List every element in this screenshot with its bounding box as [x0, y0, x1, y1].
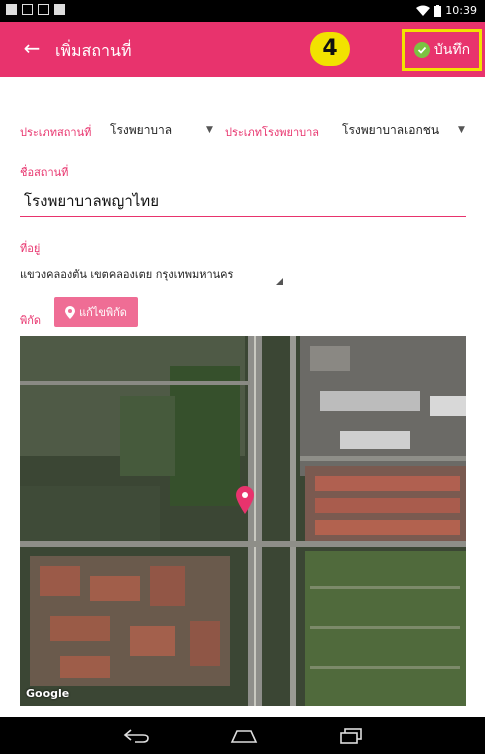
back-icon[interactable] — [123, 728, 149, 743]
place-type-label: ประเภทสถานที่ — [20, 126, 92, 139]
notification-icon — [38, 4, 49, 15]
hospital-type-dropdown-icon[interactable]: ▼ — [458, 125, 465, 135]
home-icon[interactable] — [229, 729, 259, 743]
notification-icon — [54, 4, 65, 15]
save-label: บันทึก — [433, 42, 471, 58]
location-pin-icon — [236, 486, 254, 514]
check-circle-icon — [413, 42, 430, 58]
save-button[interactable]: บันทึก — [402, 29, 482, 71]
system-nav-bar — [0, 717, 485, 754]
notification-icon — [22, 4, 33, 15]
place-name-label: ชื่อสถานที่ — [20, 166, 69, 179]
wifi-icon — [416, 5, 431, 16]
place-type-select[interactable]: โรงพยาบาล — [110, 121, 172, 140]
clock: 10:39 — [445, 4, 477, 17]
back-arrow-icon[interactable]: ← — [20, 36, 44, 60]
satellite-map[interactable]: Google — [20, 336, 466, 706]
step-number-badge: 4 — [310, 32, 350, 66]
edit-coordinates-label: แก้ไขพิกัด — [79, 306, 127, 319]
coords-label: พิกัด — [20, 314, 42, 327]
place-type-dropdown-icon[interactable]: ▼ — [206, 125, 213, 135]
app-bar: ← เพิ่มสถานที่ 4 บันทึก — [0, 22, 485, 77]
notification-icons — [6, 4, 65, 15]
battery-icon — [434, 4, 442, 17]
edit-coordinates-button[interactable]: แก้ไขพิกัด — [54, 297, 138, 327]
address-field[interactable]: แขวงคลองตัน เขตคลองเตย กรุงเทพมหานคร — [20, 265, 284, 289]
satellite-map-imagery — [20, 336, 466, 706]
add-place-form: ประเภทสถานที่ โรงพยาบาล ▼ ประเภทโรงพยาบา… — [0, 77, 485, 717]
resize-handle-icon — [276, 278, 283, 285]
map-attribution: Google — [26, 687, 70, 700]
status-bar: 10:39 — [0, 0, 485, 22]
place-name-input[interactable]: โรงพยาบาลพญาไทย — [20, 185, 466, 217]
hospital-type-label: ประเภทโรงพยาบาล — [225, 126, 320, 139]
hospital-type-select[interactable]: โรงพยาบาลเอกชน — [342, 121, 439, 140]
recent-apps-icon[interactable] — [339, 727, 363, 744]
page-title: เพิ่มสถานที่ — [55, 41, 132, 60]
map-pin-icon — [65, 305, 76, 319]
address-label: ที่อยู่ — [20, 242, 41, 255]
notification-icon — [6, 4, 17, 15]
